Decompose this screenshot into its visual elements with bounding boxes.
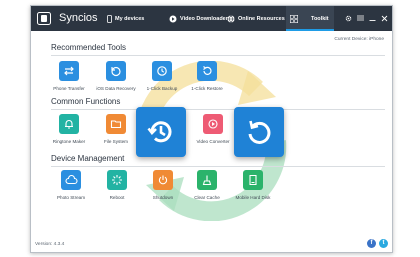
tool-label: Clear Cache xyxy=(194,195,220,200)
version-label: Version: 4.3.4 xyxy=(35,242,65,247)
tool-1-click-restore[interactable]: 1-Click Restore xyxy=(185,61,229,91)
nav-label-video-downloader: Video Downloader xyxy=(180,15,228,22)
section-divider xyxy=(51,55,385,56)
title-bar: Syncios My devices Video Downloader Onli… xyxy=(31,6,392,31)
tool-label: File System xyxy=(104,139,128,144)
current-device-label: Current Device: iPhone xyxy=(334,37,384,42)
globe-icon xyxy=(227,14,235,23)
data-recovery-icon xyxy=(106,61,126,81)
syncios-window: Syncios My devices Video Downloader Onli… xyxy=(30,5,393,253)
close-button[interactable] xyxy=(379,13,389,23)
video-convert-icon xyxy=(203,114,223,134)
reboot-spinner-icon xyxy=(107,170,127,190)
tool-reboot[interactable]: Reboot xyxy=(95,170,139,200)
broom-icon xyxy=(197,170,217,190)
folder-icon xyxy=(106,114,126,134)
backup-clock-icon xyxy=(152,61,172,81)
tool-mobile-hard-disk[interactable]: Mobile Hard Disk xyxy=(231,170,275,200)
tool-label: Video Converter xyxy=(196,139,230,144)
menu-button[interactable] xyxy=(355,13,365,23)
restore-arrow-icon xyxy=(197,61,217,81)
tool-label: Reboot xyxy=(109,195,125,200)
minimize-icon xyxy=(369,19,375,21)
tool-label: Phone Transfer xyxy=(53,86,85,91)
syncios-logo-icon xyxy=(37,12,51,25)
close-icon xyxy=(381,15,387,21)
tool-video-converter[interactable]: Video Converter xyxy=(191,114,235,144)
tool-label: Ringtone Maker xyxy=(52,139,86,144)
restore-arrow-large-icon xyxy=(248,120,271,144)
cloud-icon xyxy=(61,170,81,190)
hard-disk-icon xyxy=(243,170,263,190)
tool-label: 1-Click Restore xyxy=(191,86,223,91)
menu-lines-icon xyxy=(356,15,364,21)
nav-online-resources[interactable]: Online Resources xyxy=(227,6,285,31)
nav-label-online-resources: Online Resources xyxy=(238,15,285,22)
tool-clear-cache[interactable]: Clear Cache xyxy=(185,170,229,200)
restore-large-tile xyxy=(234,107,284,157)
phone-icon xyxy=(107,14,112,23)
tool-photo-stream[interactable]: Photo Stream xyxy=(49,170,93,200)
tool-label: Mobile Hard Disk xyxy=(235,195,271,200)
bell-icon xyxy=(59,114,79,134)
section-divider xyxy=(51,166,385,167)
twitter-icon[interactable]: t xyxy=(379,239,388,248)
backup-clock-large-icon xyxy=(147,121,172,143)
backup-large-tile xyxy=(136,107,186,157)
nav-label-toolkit: Toolkit xyxy=(311,15,329,22)
toolkit-grid-icon xyxy=(290,14,298,23)
app-title: Syncios xyxy=(59,12,98,24)
tool-label: iOS Data Recovery xyxy=(96,86,136,91)
section-title-common: Common Functions xyxy=(51,97,121,106)
tool-file-system[interactable]: File System xyxy=(94,114,138,144)
section-title-recommended: Recommended Tools xyxy=(51,43,127,52)
tool-1-click-backup[interactable]: 1-Click Backup xyxy=(140,61,184,91)
play-circle-icon xyxy=(169,15,177,22)
transfer-arrows-icon xyxy=(59,61,79,81)
section-divider xyxy=(51,109,385,110)
gear-icon xyxy=(345,15,351,21)
nav-video-downloader[interactable]: Video Downloader xyxy=(169,6,228,31)
nav-label-my-devices: My devices xyxy=(115,15,145,22)
tool-ringtone-maker[interactable]: Ringtone Maker xyxy=(47,114,91,144)
nav-toolkit[interactable]: Toolkit xyxy=(286,6,334,31)
tool-ios-data-recovery[interactable]: iOS Data Recovery xyxy=(94,61,138,91)
tool-label: Shutdown xyxy=(152,195,174,200)
tool-label: Photo Stream xyxy=(56,195,86,200)
tool-label: 1-Click Backup xyxy=(146,86,178,91)
minimize-button[interactable] xyxy=(367,13,377,23)
tool-shutdown[interactable]: Shutdown xyxy=(141,170,185,200)
settings-button[interactable] xyxy=(343,13,353,23)
section-title-device: Device Management xyxy=(51,154,125,163)
power-icon xyxy=(153,170,173,190)
facebook-icon[interactable]: f xyxy=(367,239,376,248)
tool-phone-transfer[interactable]: Phone Transfer xyxy=(47,61,91,91)
nav-my-devices[interactable]: My devices xyxy=(107,6,144,31)
